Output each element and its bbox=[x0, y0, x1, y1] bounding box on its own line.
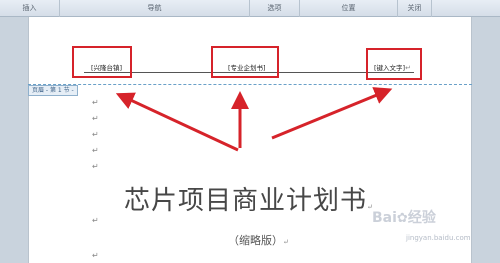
arrow-to-left-field bbox=[115, 92, 239, 152]
baidu-watermark: Bai✿经验 bbox=[372, 207, 436, 227]
watermark-brand: Bai bbox=[372, 210, 397, 226]
watermark-url: jingyan.baidu.com bbox=[406, 234, 471, 242]
watermark-brand-suffix: 经验 bbox=[407, 210, 436, 226]
paw-icon: ✿ bbox=[396, 211, 408, 226]
arrow-to-right-field bbox=[271, 87, 393, 140]
